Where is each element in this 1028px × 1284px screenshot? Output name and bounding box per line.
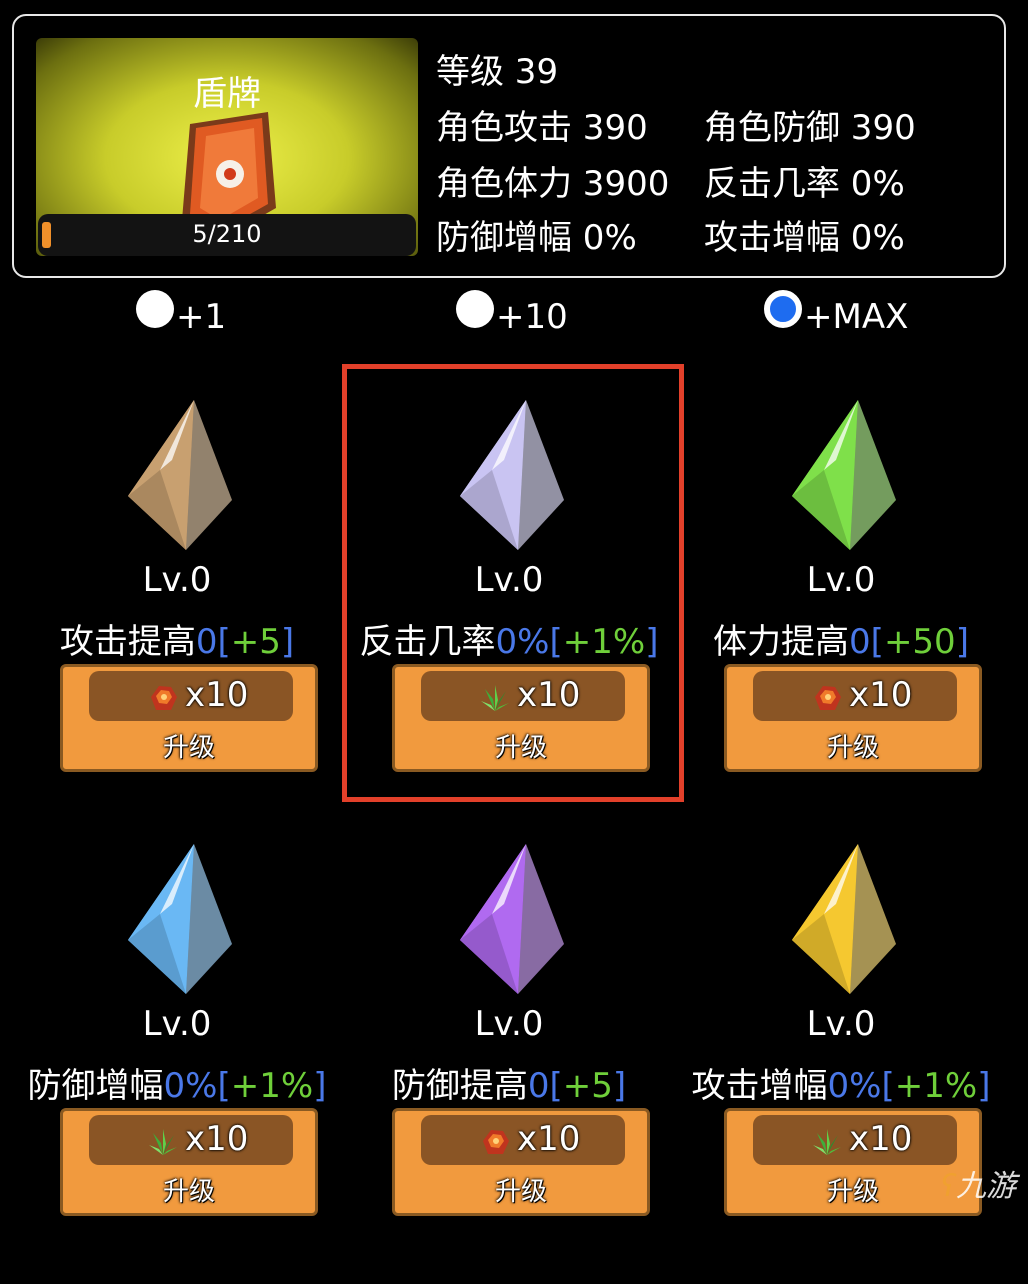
radio-label: +MAX [804, 297, 909, 337]
upgrade-cell: Lv.0 攻击增幅0%[+1%] x10 升级 [676, 844, 1006, 1284]
upgrade-cell: Lv.0 体力提高0[+50] x10 升级 [676, 400, 1006, 840]
cost-pill: x10 [89, 671, 293, 721]
upgrade-cell: Lv.0 防御提高0[+5] x10 升级 [344, 844, 674, 1284]
upgrade-level: Lv.0 [474, 1004, 544, 1044]
upgrade-current-value: 0% [163, 1066, 218, 1106]
upgrade-description: 攻击提高0[+5] [0, 614, 362, 663]
upgrade-level: Lv.0 [806, 560, 876, 600]
upgrade-stat-name: 防御提高 [391, 1066, 528, 1106]
brown-gem-icon [128, 400, 232, 550]
upgrade-button-label: 升级 [162, 733, 215, 763]
ore-icon [147, 683, 179, 717]
stat-counter-rate: 反击几率 0% [704, 164, 905, 204]
cost-pill: x10 [753, 1115, 957, 1165]
upgrade-stat-name: 防御增幅 [27, 1066, 164, 1106]
upgrade-current-value: 0 [195, 622, 218, 662]
radio-plus-10[interactable]: +10 [456, 290, 568, 342]
upgrade-current-value: 0 [849, 622, 871, 662]
upgrade-button[interactable]: x10 升级 [392, 1108, 650, 1216]
upgrade-level: Lv.0 [806, 1004, 876, 1044]
upgrade-cell: Lv.0 防御增幅0%[+1%] x10 升级 [12, 844, 342, 1284]
radio-label: +10 [496, 297, 568, 337]
upgrade-description: 防御提高0[+5] [324, 1058, 694, 1107]
bracket-open: [ [217, 1066, 231, 1106]
exp-progress-bar: 5/210 [38, 214, 416, 256]
stat-attack: 角色攻击 390 [436, 108, 648, 148]
item-name: 盾牌 [193, 74, 261, 114]
stat-attack-boost: 攻击增幅 0% [704, 218, 905, 258]
radio-plus-max[interactable]: +MAX [764, 290, 909, 342]
radio-circle[interactable] [136, 290, 174, 328]
upgrade-button[interactable]: x10 升级 [60, 1108, 318, 1216]
cost-amount: x10 [185, 675, 249, 715]
upgrade-bonus-value: +5 [230, 622, 281, 662]
radio-circle[interactable] [456, 290, 494, 328]
upgrade-button[interactable]: x10 升级 [724, 664, 982, 772]
purple-gem-icon [460, 844, 564, 994]
bracket-close: ] [955, 622, 969, 662]
upgrade-level: Lv.0 [142, 1004, 212, 1044]
blue-gem-icon [128, 844, 232, 994]
upgrade-bonus-value: +1% [230, 1066, 314, 1106]
exp-progress-text: 5/210 [192, 220, 262, 248]
bracket-open: [ [549, 1066, 563, 1106]
bracket-open: [ [217, 622, 231, 662]
upgrade-level: Lv.0 [142, 560, 212, 600]
upgrade-current-value: 0 [527, 1066, 550, 1106]
yellow-gem-icon [792, 844, 896, 994]
upgrade-cell: Lv.0 攻击提高0[+5] x10 升级 [12, 400, 342, 840]
cost-amount: x10 [849, 1119, 913, 1159]
watermark-text: 九游 [956, 1169, 1016, 1204]
item-info-panel: 盾牌 5/210 等级 39 角色攻击 390 角色防御 390 角色体力 39… [12, 14, 1006, 278]
upgrade-description: 体力提高0[+50] [656, 614, 1026, 663]
item-card[interactable]: 盾牌 5/210 [36, 38, 418, 256]
radio-plus-1[interactable]: +1 [136, 290, 227, 342]
radio-circle-selected[interactable] [764, 290, 802, 328]
upgrade-button[interactable]: x10 升级 [60, 664, 318, 772]
ore-icon [811, 683, 843, 717]
bracket-open: [ [881, 1066, 895, 1106]
upgrade-stat-name: 体力提高 [713, 622, 850, 662]
upgrade-bonus-value: +1% [894, 1066, 978, 1106]
upgrade-current-value: 0% [827, 1066, 882, 1106]
upgrade-button-label: 升级 [826, 733, 879, 763]
ore-icon [479, 1127, 511, 1161]
herb-icon [147, 1127, 179, 1161]
upgrade-button-label: 升级 [162, 1177, 215, 1207]
upgrade-bonus-value: +50 [883, 622, 956, 662]
bracket-close: ] [612, 1066, 627, 1106]
watermark-mark: ʕ [940, 1169, 956, 1204]
upgrade-stat-name: 攻击增幅 [691, 1066, 828, 1106]
selection-highlight [342, 364, 684, 802]
stat-level: 等级 39 [436, 52, 559, 92]
cost-amount: x10 [185, 1119, 249, 1159]
stat-stamina: 角色体力 3900 [436, 164, 670, 204]
stat-defense: 角色防御 390 [704, 108, 916, 148]
upgrade-button-label: 升级 [494, 1177, 547, 1207]
cost-pill: x10 [89, 1115, 293, 1165]
upgrade-description: 攻击增幅0%[+1%] [656, 1058, 1026, 1107]
stat-defense-boost: 防御增幅 0% [436, 218, 637, 258]
radio-label: +1 [176, 297, 227, 337]
bracket-close: ] [280, 622, 295, 662]
cost-pill: x10 [753, 671, 957, 721]
cost-pill: x10 [421, 1115, 625, 1165]
upgrade-description: 防御增幅0%[+1%] [0, 1058, 362, 1107]
cost-amount: x10 [517, 1119, 581, 1159]
watermark-logo: ʕ九游 [941, 1161, 1016, 1205]
herb-icon [811, 1127, 843, 1161]
green-gem-icon [792, 400, 896, 550]
upgrade-bonus-value: +5 [562, 1066, 613, 1106]
upgrade-stat-name: 攻击提高 [59, 622, 196, 662]
bracket-open: [ [870, 622, 884, 662]
cost-amount: x10 [849, 675, 913, 715]
bracket-close: ] [977, 1066, 991, 1106]
